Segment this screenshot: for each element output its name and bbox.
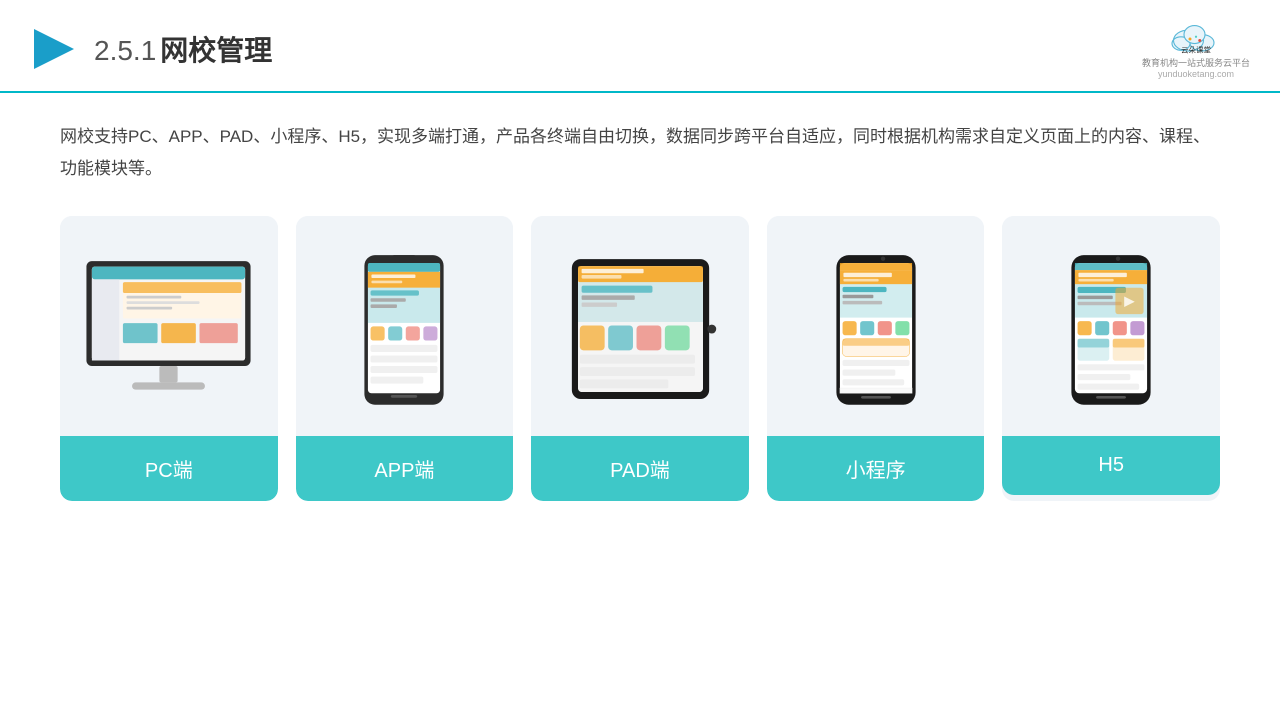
h5-image-area xyxy=(1002,216,1220,436)
device-card-h5: H5 xyxy=(1002,216,1220,501)
app-phone-svg xyxy=(360,252,448,407)
device-card-app: APP端 xyxy=(296,216,514,501)
pc-monitor-svg xyxy=(76,252,261,407)
pad-image-area xyxy=(531,216,749,436)
device-card-miniapp: 小程序 xyxy=(767,216,985,501)
logo-url: yunduoketang.com xyxy=(1158,69,1234,79)
logo-icon: 云朵课堂 xyxy=(1166,18,1226,54)
miniapp-label: 小程序 xyxy=(767,436,985,501)
device-card-pc: PC端 xyxy=(60,216,278,501)
miniapp-phone-svg xyxy=(832,252,920,407)
h5-label: H5 xyxy=(1002,436,1220,495)
play-icon xyxy=(30,25,78,73)
pc-image-area xyxy=(60,216,278,436)
svg-text:云朵课堂: 云朵课堂 xyxy=(1181,45,1211,55)
header: 2.5.1网校管理 云朵课堂 xyxy=(0,0,1280,93)
app-image-area xyxy=(296,216,514,436)
page-title: 2.5.1网校管理 xyxy=(94,29,272,69)
description-text: 网校支持PC、APP、PAD、小程序、H5，实现多端打通，产品各终端自由切换，数… xyxy=(0,93,1280,206)
pc-label: PC端 xyxy=(60,436,278,501)
pad-tablet-svg xyxy=(563,252,718,407)
miniapp-image-area xyxy=(767,216,985,436)
device-cards-section: PC端 xyxy=(0,206,1280,501)
page-wrapper: 2.5.1网校管理 云朵课堂 xyxy=(0,0,1280,720)
pad-label: PAD端 xyxy=(531,436,749,501)
logo-tagline: 教育机构一站式服务云平台 xyxy=(1142,56,1250,69)
brand-logo: 云朵课堂 教育机构一站式服务云平台 yunduoketang.com xyxy=(1142,18,1250,79)
device-card-pad: PAD端 xyxy=(531,216,749,501)
app-label: APP端 xyxy=(296,436,514,501)
h5-phone-svg xyxy=(1067,252,1155,407)
header-left: 2.5.1网校管理 xyxy=(30,25,272,73)
